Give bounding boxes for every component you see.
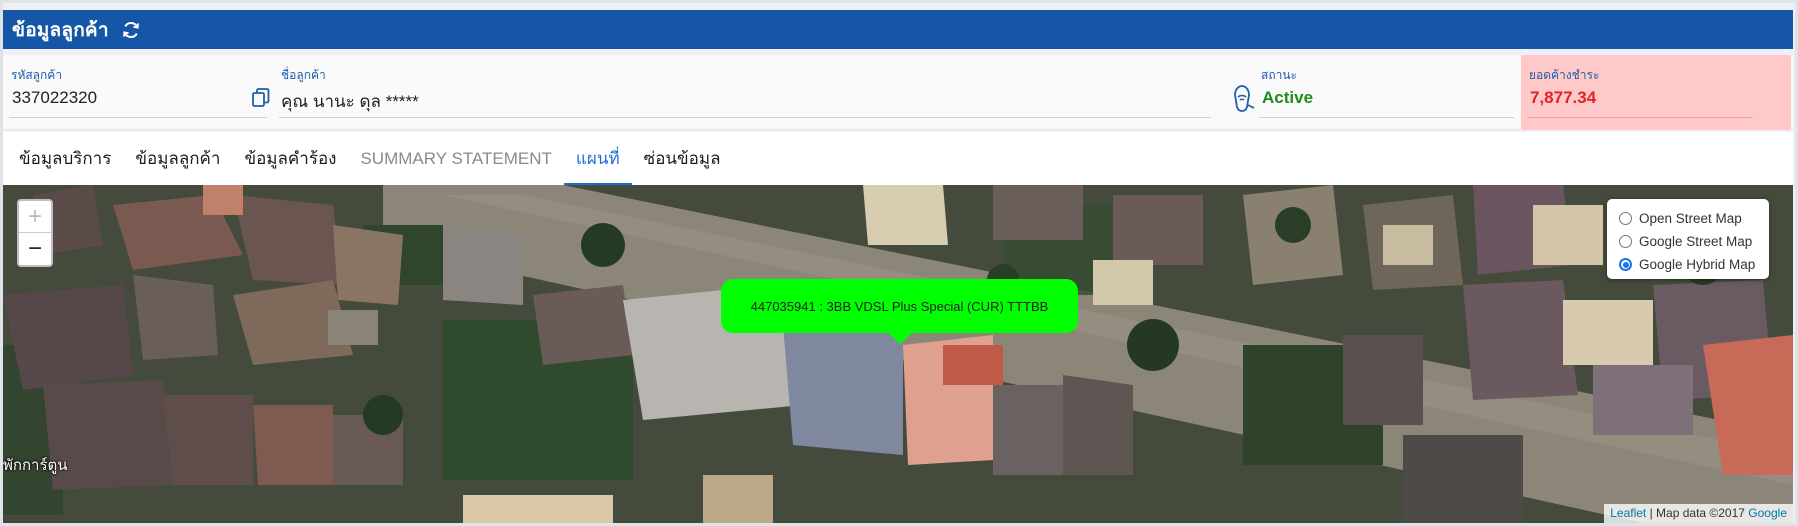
popup-text: 447035941 : 3BB VDSL Plus Special (CUR) … — [750, 298, 1049, 314]
leaflet-link[interactable]: Leaflet — [1610, 506, 1646, 520]
layer-label-osm: Open Street Map — [1639, 211, 1742, 226]
status-underline — [1259, 117, 1514, 118]
copy-icon[interactable] — [251, 87, 271, 109]
tab-map[interactable]: แผนที่ — [563, 132, 632, 185]
zoom-in-button[interactable]: + — [19, 201, 51, 233]
customer-panel: ข้อมูลลูกค้า รหัสลูกค้า 337022320 ชื่อลู… — [3, 3, 1795, 523]
tab-hide-info[interactable]: ซ่อนข้อมูล — [632, 132, 733, 185]
tab-requests[interactable]: ข้อมูลคำร้อง — [232, 132, 348, 185]
panel-title: ข้อมูลลูกค้า — [12, 19, 109, 41]
balance-underline — [1527, 117, 1753, 118]
tab-summary-statement[interactable]: SUMMARY STATEMENT — [348, 132, 563, 185]
customer-name-field: ชื่อลูกค้า คุณ นานะ ดุล ***** — [273, 55, 1217, 130]
map-attribution: Leaflet | Map data ©2017 Google — [1604, 504, 1793, 523]
layer-option-osm[interactable]: Open Street Map — [1613, 207, 1763, 230]
location-popup[interactable]: 447035941 : 3BB VDSL Plus Special (CUR) … — [721, 279, 1078, 333]
layer-option-google-hybrid[interactable]: Google Hybrid Map — [1613, 253, 1763, 276]
customer-info-row: รหัสลูกค้า 337022320 ชื่อลูกค้า คุณ นานะ… — [3, 55, 1793, 130]
customer-name-value: คุณ นานะ ดุล ***** — [281, 92, 419, 111]
refresh-icon[interactable] — [121, 20, 141, 40]
radio-google-hybrid[interactable] — [1619, 258, 1632, 271]
balance-value: 7,877.34 — [1530, 88, 1597, 107]
customer-id-field: รหัสลูกค้า 337022320 — [3, 55, 273, 130]
panel-header: ข้อมูลลูกค้า — [3, 10, 1793, 49]
layer-option-google-street[interactable]: Google Street Map — [1613, 230, 1763, 253]
tab-bar: ข้อมูลบริการ ข้อมูลลูกค้า ข้อมูลคำร้อง S… — [3, 132, 1793, 185]
zoom-control: + − — [17, 199, 53, 267]
layer-switcher: Open Street Map Google Street Map Google… — [1607, 199, 1769, 279]
customer-id-underline — [9, 117, 267, 118]
tab-service-info[interactable]: ข้อมูลบริการ — [7, 132, 123, 185]
map-place-label: พักการ์ตูน — [3, 457, 68, 474]
radio-google-street[interactable] — [1619, 235, 1632, 248]
tab-customer-info[interactable]: ข้อมูลลูกค้า — [123, 132, 232, 185]
radio-osm[interactable] — [1619, 212, 1632, 225]
status-label: สถานะ — [1261, 68, 1297, 82]
popup-pointer — [887, 332, 913, 344]
connection-status-icon — [1229, 83, 1255, 113]
customer-id-label: รหัสลูกค้า — [11, 68, 63, 82]
customer-id-value: 337022320 — [12, 88, 98, 107]
customer-name-underline — [279, 117, 1211, 118]
balance-field: ยอดค้างชำระ 7,877.34 — [1521, 55, 1791, 130]
balance-label: ยอดค้างชำระ — [1529, 68, 1600, 82]
map-view[interactable]: + − Open Street Map Google Street Map Go… — [3, 185, 1793, 523]
status-field: สถานะ Active — [1253, 55, 1520, 130]
status-value: Active — [1262, 88, 1314, 107]
customer-name-label: ชื่อลูกค้า — [281, 68, 326, 82]
satellite-imagery — [3, 185, 1793, 523]
layer-label-google-street: Google Street Map — [1639, 234, 1753, 249]
layer-label-google-hybrid: Google Hybrid Map — [1639, 257, 1756, 272]
attribution-text: | Map data ©2017 — [1646, 506, 1749, 520]
google-link[interactable]: Google — [1748, 506, 1787, 520]
zoom-out-button[interactable]: − — [19, 233, 51, 265]
